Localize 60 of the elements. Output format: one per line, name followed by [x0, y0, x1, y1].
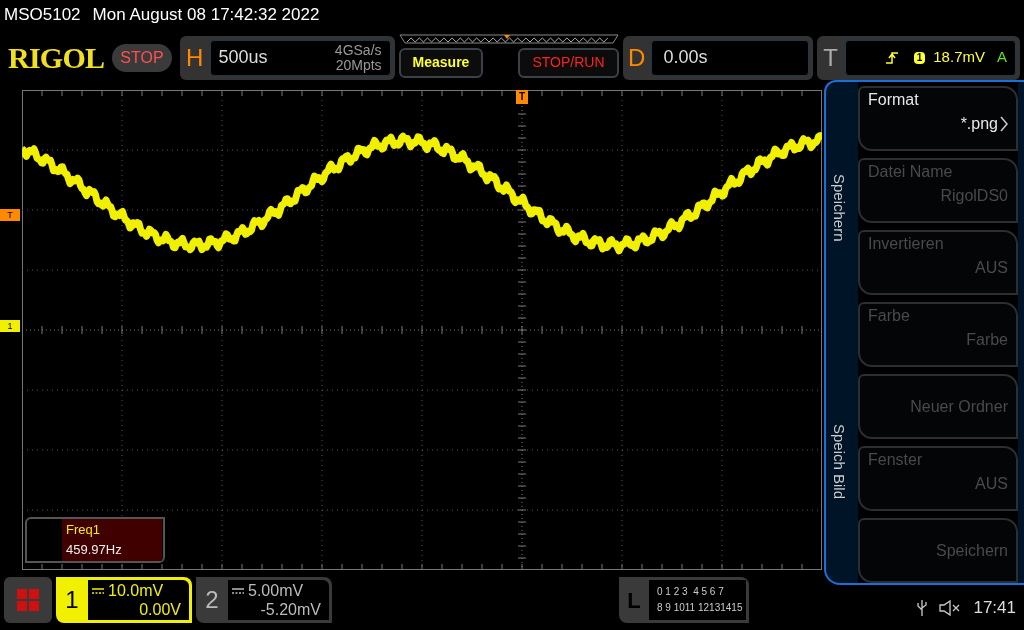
- trigger-letter: T: [822, 42, 839, 73]
- sample-rate: 4GSa/s: [334, 42, 382, 58]
- usb-icon: [917, 598, 928, 617]
- dc-coupling-icon: [232, 587, 244, 594]
- horizontal-letter: H: [184, 42, 205, 73]
- rising-edge-icon: [885, 50, 898, 65]
- softkey-value: RigolDS0: [940, 186, 1008, 206]
- memory-waveform-icon: [398, 33, 619, 44]
- channel-number: 2: [204, 585, 220, 615]
- stop-run-button[interactable]: STOP/RUN: [518, 47, 619, 78]
- trigger-position-marker: T: [516, 90, 528, 104]
- trigger-mode: A: [997, 47, 1007, 68]
- measurement-value: 459.97Hz: [66, 541, 123, 559]
- grid-icon: [17, 589, 39, 611]
- softkey-value: AUS: [975, 474, 1008, 495]
- timebase-value: 500us: [218, 46, 268, 69]
- softkey-label: Neuer Ordner: [910, 396, 1008, 417]
- delay-letter: D: [626, 42, 647, 73]
- softkey-label: Invertieren: [868, 234, 945, 255]
- delay-value: 0.00s: [663, 46, 708, 69]
- channel-scale: 10.0mV: [108, 581, 164, 600]
- logic-channels: 0 1 2 3 4 5 6 7: [657, 585, 725, 599]
- trigger-level-marker: T: [0, 209, 20, 221]
- channel-offset: -5.20mV: [260, 600, 321, 619]
- logic-channels: 8 9 1011 12131415: [657, 601, 744, 615]
- channel-number: 1: [64, 585, 80, 615]
- measure-button[interactable]: Measure: [398, 47, 484, 78]
- menu-tab[interactable]: Speich Bild: [826, 424, 858, 500]
- softkey-value: AUS: [975, 258, 1008, 279]
- speaker-muted-icon: [939, 599, 962, 616]
- clock-time: 17:41: [973, 596, 1016, 619]
- dc-coupling-icon: [92, 587, 104, 594]
- trigger-source: 1: [913, 51, 926, 64]
- logic-panel[interactable]: L 0 1 2 3 4 5 6 7 8 9 1011 12131415: [619, 577, 749, 623]
- channel-offset-marker: 1: [0, 320, 20, 332]
- channel-panel[interactable]: 2 5.00mV -5.20mV: [196, 577, 332, 623]
- softkey-label: Fenster: [868, 450, 924, 471]
- memory-depth: 20Mpts: [335, 57, 382, 73]
- softkey-label: Format: [868, 90, 920, 110]
- menu-softkey[interactable]: Format *.png: [858, 86, 1018, 151]
- run-state-badge: STOP: [112, 43, 172, 72]
- trigger-panel[interactable]: T 1 18.7mV A: [816, 35, 1020, 80]
- menu-tab[interactable]: Speichern: [826, 173, 858, 242]
- softkey-value: Farbe: [966, 330, 1008, 351]
- channel-scale: 5.00mV: [248, 581, 304, 600]
- softkey-label: Farbe: [868, 306, 911, 327]
- channel-panel[interactable]: 1 10.0mV 0.00V: [56, 577, 192, 623]
- measurement-name: Freq1: [66, 521, 101, 539]
- logic-letter: L: [626, 586, 642, 615]
- softkey-value: *.png: [960, 114, 998, 134]
- delay-panel[interactable]: D 0.00s: [622, 35, 813, 80]
- softkey-label: Datei Name: [868, 162, 954, 182]
- menu-button[interactable]: [4, 577, 52, 623]
- horizontal-panel[interactable]: H 500us 4GSa/s 20Mpts: [179, 35, 395, 80]
- channel-offset: 0.00V: [139, 600, 181, 619]
- brand-logo: RIGOL: [8, 40, 105, 76]
- date-time: Mon August 08 17:42:32 2022: [92, 4, 320, 27]
- softkey-label: Speichern: [935, 540, 1008, 561]
- trigger-level: 18.7mV: [933, 47, 985, 68]
- model-name: MSO5102: [4, 4, 81, 27]
